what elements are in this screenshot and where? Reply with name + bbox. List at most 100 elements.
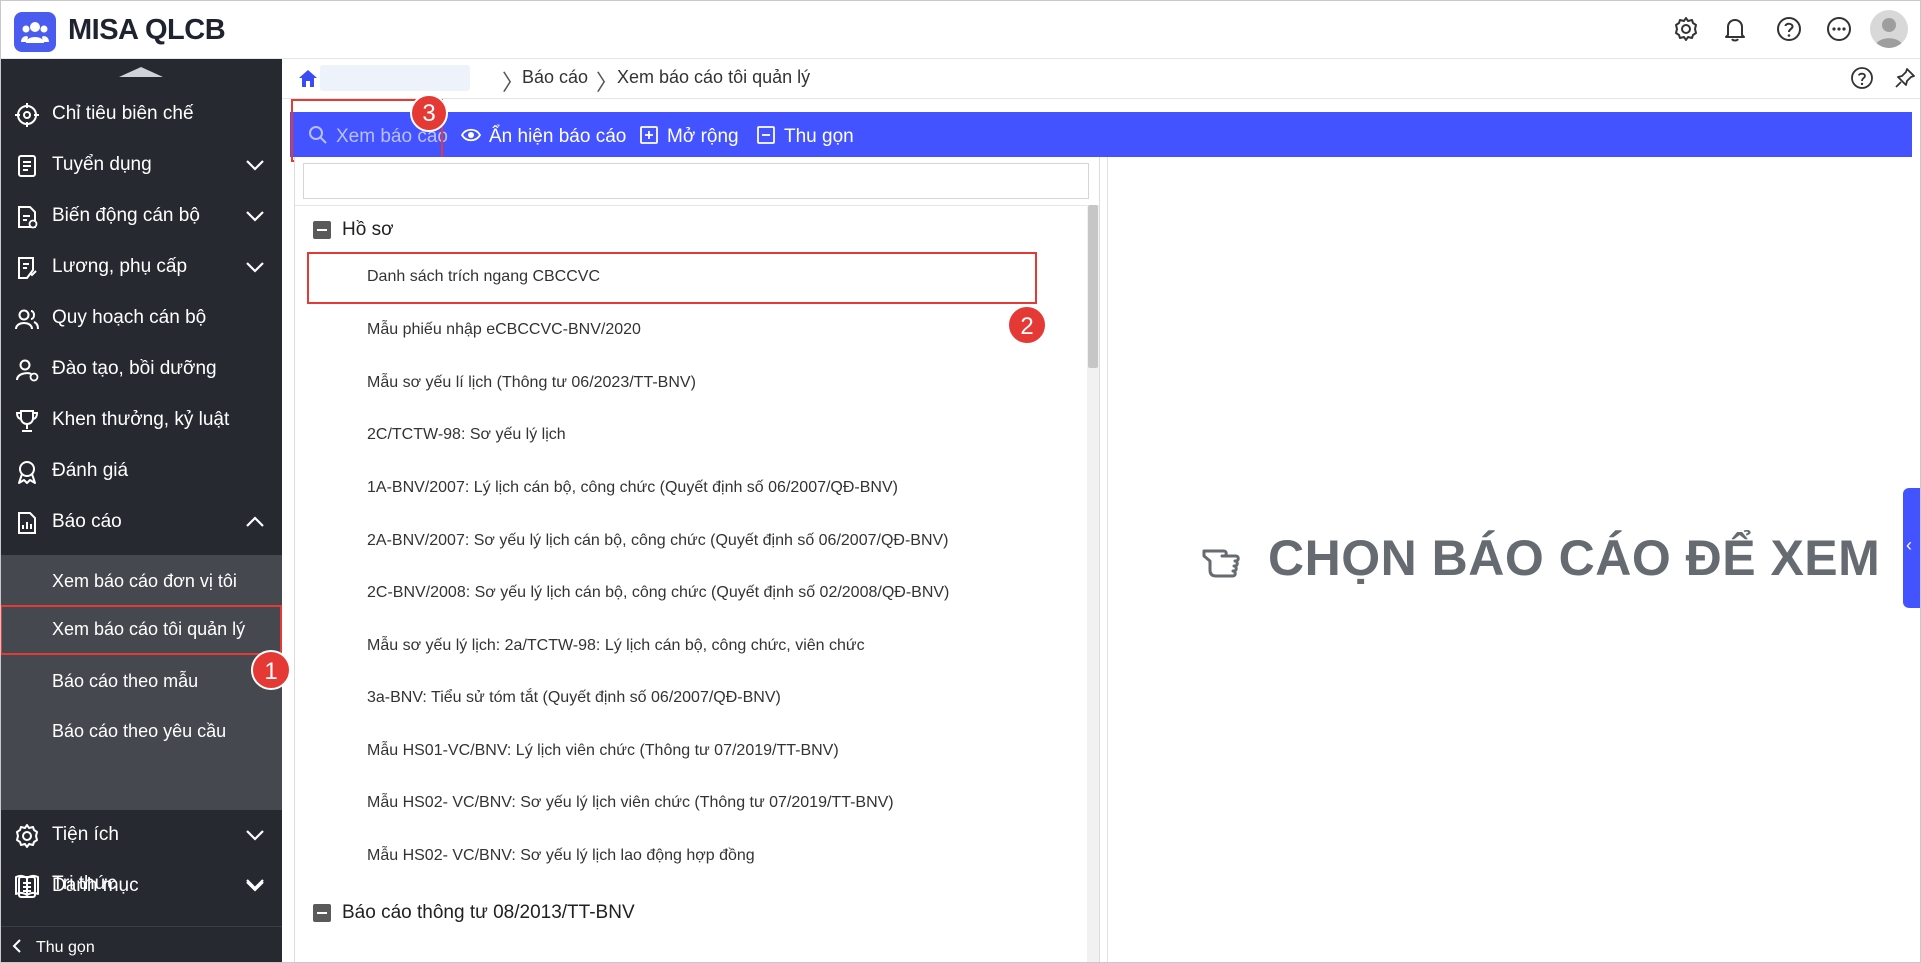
book-icon: [15, 874, 39, 896]
sidebar-item-quy-hoach-can-bo[interactable]: Quy hoạch cán bộ: [0, 293, 282, 344]
pin-icon[interactable]: [1893, 66, 1917, 90]
report-icon: [18, 512, 36, 534]
report-view-panel: CHỌN BÁO CÁO ĐỂ XEM: [1107, 157, 1914, 963]
app-title: MISA QLCB: [68, 14, 226, 46]
help-icon[interactable]: [1774, 14, 1804, 44]
sidebar-item-label: Chỉ tiêu biên chế: [52, 103, 194, 124]
report-item-label: Danh sách trích ngang CBCCVC: [367, 268, 600, 285]
report-item-label: 2C/TCTW-98: Sơ yếu lý lịch: [367, 426, 566, 443]
collapse-group-icon[interactable]: [313, 221, 331, 239]
people-icon: [15, 309, 39, 330]
sidebar-item-label: Đánh giá: [52, 460, 129, 481]
help-icon[interactable]: [1849, 65, 1875, 91]
breadcrumb-unit-redacted[interactable]: [320, 65, 470, 91]
report-search-input[interactable]: [303, 163, 1089, 199]
expand-all-button[interactable]: Mở rộng: [639, 112, 739, 157]
sidebar-item-tien-ich[interactable]: Tiện ích: [0, 810, 282, 861]
sidebar-item-dao-tao-boi-duong[interactable]: Đào tạo, bồi dưỡng: [0, 344, 282, 395]
chevron-down-icon: [246, 879, 264, 890]
breadcrumb-separator: 〉: [596, 70, 619, 95]
report-item-label: Mẫu sơ yếu lí lịch (Thông tư 06/2023/TT-…: [367, 374, 696, 391]
report-item-label: Mẫu HS02- VC/BNV: Sơ yếu lý lịch viên ch…: [367, 794, 894, 811]
expand-side-panel-button[interactable]: ‹: [1903, 488, 1921, 608]
sidebar-subitem-label: Xem báo cáo đơn vị tôi: [52, 571, 237, 591]
report-item-label: 1A-BNV/2007: Lý lịch cán bộ, công chức (…: [367, 479, 898, 496]
sidebar-item-label: Lương, phụ cấp: [52, 256, 188, 277]
sidebar-item-luong-phu-cap[interactable]: Lương, phụ cấp: [0, 242, 282, 293]
sidebar-item-bao-cao[interactable]: Báo cáo: [0, 497, 282, 548]
report-item[interactable]: 1A-BNV/2007: Lý lịch cán bộ, công chức (…: [307, 463, 1037, 515]
toggle-report-button[interactable]: Ẩn hiện báo cáo: [461, 112, 631, 157]
chevron-left-icon: [12, 939, 21, 953]
home-icon[interactable]: [296, 67, 320, 89]
report-item[interactable]: Mẫu HS02- VC/BNV: Sơ yếu lý lịch viên ch…: [307, 778, 1037, 830]
report-item[interactable]: 2C-BNV/2008: Sơ yếu lý lịch cán bộ, công…: [307, 568, 1037, 620]
breadcrumb: 〉 Báo cáo 〉 Xem báo cáo tôi quản lý: [282, 59, 1921, 99]
report-item[interactable]: Mẫu HS02- VC/BNV: Sơ yếu lý lịch lao độn…: [307, 831, 1037, 883]
report-item-label: Mẫu HS02- VC/BNV: Sơ yếu lý lịch lao độn…: [367, 847, 755, 864]
report-item-label: 2C-BNV/2008: Sơ yếu lý lịch cán bộ, công…: [367, 584, 950, 601]
sidebar-subitem-label: Xem báo cáo tôi quản lý: [52, 619, 246, 639]
chevron-up-icon: [246, 516, 264, 527]
sidebar-item-danh-muc[interactable]: Danh mục: [0, 861, 282, 912]
minus-box-icon: [757, 126, 775, 144]
report-item[interactable]: Danh sách trích ngang CBCCVC: [307, 252, 1037, 304]
step-badge-2: 2: [1007, 305, 1047, 345]
gear-icon[interactable]: [1671, 14, 1701, 44]
report-item[interactable]: Mẫu sơ yếu lý lịch: 2a/TCTW-98: Lý lịch …: [307, 621, 1037, 673]
report-item-label: Mẫu phiếu nhập eCBCCVC-BNV/2020: [367, 321, 641, 338]
chevron-down-icon: [246, 211, 264, 222]
submenu-bao-cao: Xem báo cáo đơn vị tôi Xem báo cáo tôi q…: [0, 555, 282, 810]
person-training-icon: [16, 359, 39, 382]
sidebar-subitem-xem-bao-cao-toi-quan-ly[interactable]: Xem báo cáo tôi quản lý: [0, 605, 282, 655]
sidebar-item-label: Tiện ích: [52, 824, 119, 845]
collapse-all-button[interactable]: Thu gọn: [756, 112, 856, 157]
report-item[interactable]: 3a-BNV: Tiểu sử tóm tắt (Quyết định số 0…: [307, 673, 1037, 725]
sidebar-item-chi-tieu-bien-che[interactable]: Chỉ tiêu biên chế: [0, 89, 282, 140]
report-item[interactable]: Mẫu HS01-VC/BNV: Lý lịch viên chức (Thôn…: [307, 726, 1037, 778]
app-logo-icon[interactable]: [14, 12, 56, 52]
expand-all-label: Mở rộng: [667, 126, 739, 147]
sidebar-item-label: Tuyển dụng: [52, 154, 152, 175]
sidebar-item-label: Khen thưởng, kỷ luật: [52, 409, 230, 430]
report-toolbar: Xem báo cáo Ẩn hiện báo cáo Mở rộng Thu …: [290, 112, 1912, 157]
breadcrumb-item-bao-cao[interactable]: Báo cáo: [522, 67, 588, 88]
sidebar-item-label: Tri thức: [52, 873, 117, 894]
more-icon[interactable]: [1824, 14, 1854, 44]
sidebar-subitem-bao-cao-theo-mau[interactable]: Báo cáo theo mẫu: [0, 657, 282, 707]
group-label: Báo cáo thông tư 08/2013/TT-BNV: [342, 902, 635, 923]
sidebar-item-khen-thuong-ky-luat[interactable]: Khen thưởng, kỷ luật: [0, 395, 282, 446]
report-item-label: 3a-BNV: Tiểu sử tóm tắt (Quyết định số 0…: [367, 689, 781, 706]
collapse-group-icon[interactable]: [313, 904, 331, 922]
report-item-label: Mẫu HS01-VC/BNV: Lý lịch viên chức (Thôn…: [367, 742, 839, 759]
sidebar-item-label: Đào tạo, bồi dưỡng: [52, 358, 217, 379]
chevron-left-icon: ‹: [1906, 535, 1912, 555]
sidebar-collapse-button[interactable]: Thu gọn: [0, 926, 282, 963]
avatar-icon[interactable]: [1870, 10, 1908, 48]
report-item[interactable]: 2A-BNV/2007: Sơ yếu lý lịch cán bộ, công…: [307, 516, 1037, 568]
report-item[interactable]: Mẫu sơ yếu lí lịch (Thông tư 06/2023/TT-…: [307, 358, 1037, 410]
report-item-label: Mẫu sơ yếu lý lịch: 2a/TCTW-98: Lý lịch …: [367, 637, 865, 654]
bell-icon[interactable]: [1720, 14, 1750, 44]
target-icon: [15, 103, 39, 127]
sidebar-subitem-xem-bao-cao-don-vi-toi[interactable]: Xem báo cáo đơn vị tôi: [0, 557, 282, 607]
sidebar-subitem-label: Báo cáo theo mẫu: [52, 671, 199, 691]
sidebar-item-tri-thuc[interactable]: Tri thức: [0, 873, 282, 926]
step-badge-1: 1: [251, 650, 291, 690]
scrollbar-thumb[interactable]: [1088, 205, 1098, 368]
sidebar-subitem-bao-cao-theo-yeu-cau[interactable]: Báo cáo theo yêu cầu: [0, 707, 282, 757]
sidebar-item-label: Báo cáo: [52, 511, 122, 532]
report-list-scrollbar[interactable]: [1087, 205, 1099, 963]
sidebar-item-danh-gia[interactable]: Đánh giá: [0, 446, 282, 497]
sidebar-scroll-up-icon[interactable]: [119, 64, 163, 77]
report-item[interactable]: Mẫu phiếu nhập eCBCCVC-BNV/2020: [307, 305, 1037, 357]
collapse-all-label: Thu gọn: [784, 126, 854, 147]
chevron-down-icon: [246, 830, 264, 841]
breadcrumb-item-current: Xem báo cáo tôi quản lý: [617, 67, 811, 87]
hand-pointer-icon: [1202, 549, 1240, 578]
report-item-label: 2A-BNV/2007: Sơ yếu lý lịch cán bộ, công…: [367, 532, 949, 549]
sidebar-item-tuyen-dung[interactable]: Tuyển dụng: [0, 140, 282, 191]
sidebar-item-bien-dong-can-bo[interactable]: Biến động cán bộ: [0, 191, 282, 242]
settings-icon: [16, 824, 38, 848]
report-item[interactable]: 2C/TCTW-98: Sơ yếu lý lịch: [307, 410, 1037, 462]
